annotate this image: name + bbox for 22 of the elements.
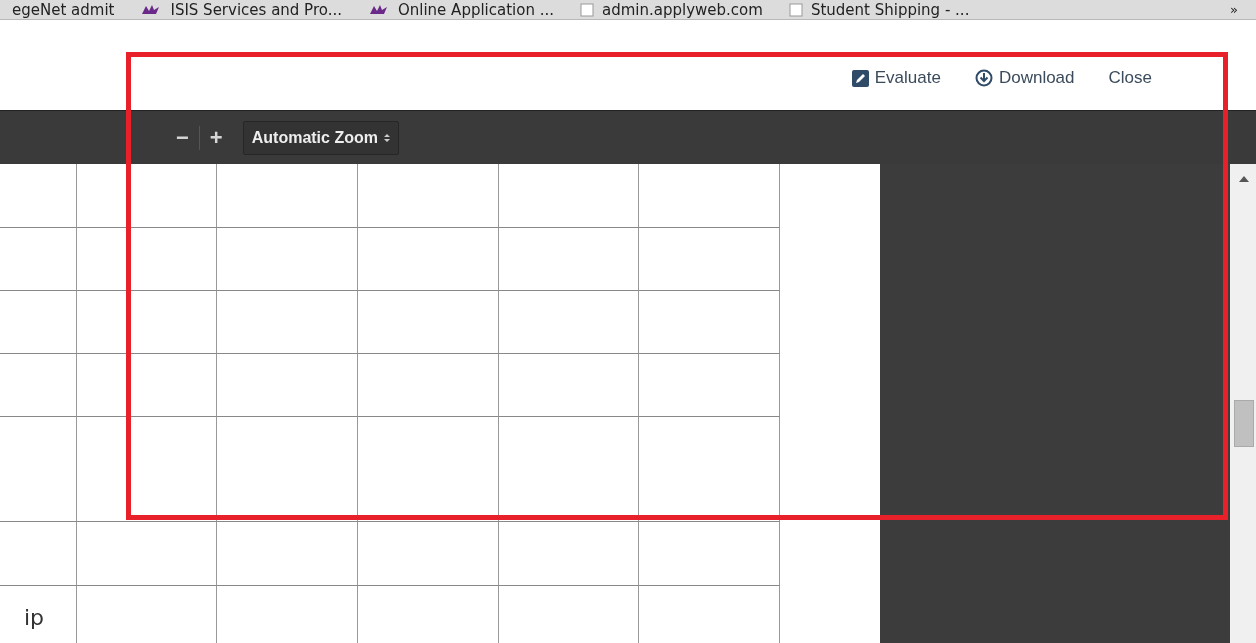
scrollbar[interactable] — [1230, 164, 1256, 643]
download-icon — [974, 69, 993, 87]
header-link[interactable]: Close — [1108, 68, 1152, 88]
bookmark-link[interactable]: egeNet admit — [12, 0, 115, 19]
page-icon — [580, 2, 594, 17]
scrollbar-thumb[interactable] — [1234, 400, 1254, 447]
header-link[interactable]: Evaluate — [851, 68, 941, 88]
scroll-up-icon — [1239, 176, 1249, 182]
page-icon — [788, 2, 803, 17]
bookmark-link[interactable]: ISIS Services and Pro... — [170, 0, 342, 19]
edit-icon — [851, 69, 869, 87]
document-text: ip — [23, 604, 45, 630]
spinner-icon — [383, 132, 390, 143]
bookmark-link[interactable]: Student Shipping - ... — [810, 0, 970, 19]
header-link[interactable]: Download — [974, 68, 1075, 88]
bookmark-link[interactable]: Online Application ... — [397, 0, 554, 19]
zoom-in-button[interactable]: + — [205, 124, 227, 151]
bookmark-logo-icon — [367, 3, 390, 16]
bookmark-link[interactable]: admin.applyweb.com — [602, 0, 763, 19]
zoom-select[interactable]: Automatic Zoom — [242, 120, 399, 155]
zoom-out-button[interactable]: − — [172, 124, 193, 151]
more-bookmarks-button[interactable]: » — [1230, 2, 1238, 17]
